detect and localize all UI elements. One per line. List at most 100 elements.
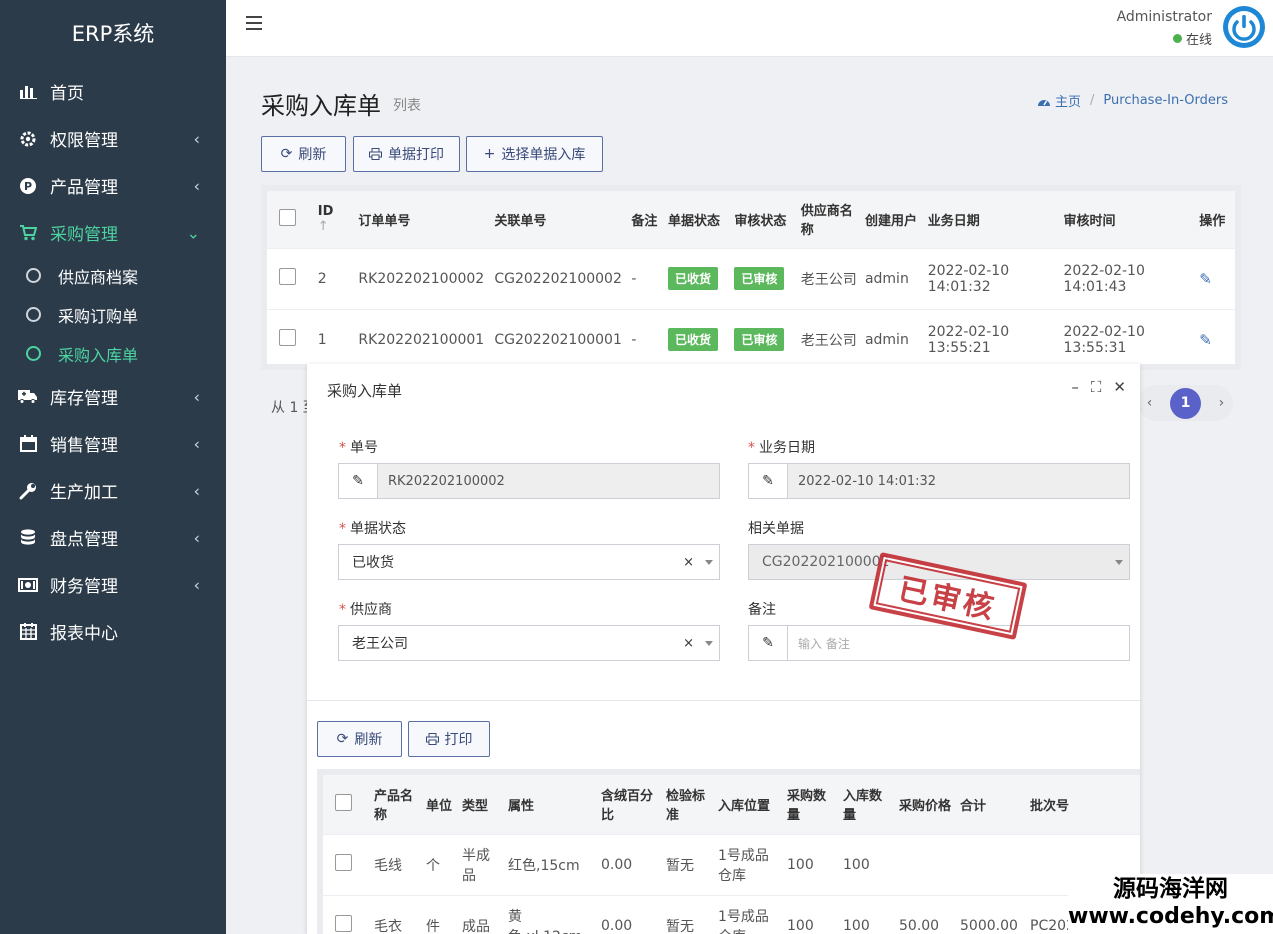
table-header-row: ID ↑ 订单单号 关联单号 备注 单据状态 审核状态 供应商名称 创建用户 业务… bbox=[267, 191, 1235, 248]
breadcrumb-home[interactable]: 主页 bbox=[1037, 91, 1081, 110]
cell-order: RK202202100002 bbox=[354, 247, 491, 309]
items-header-name: 产品名称 bbox=[374, 789, 414, 824]
sidebar-item-purchase[interactable]: 采购管理 ⌄ bbox=[0, 209, 226, 256]
minimize-icon[interactable]: – bbox=[1071, 378, 1079, 396]
circle-icon bbox=[26, 346, 41, 361]
date-field[interactable]: ✎ 2022-02-10 14:01:32 bbox=[748, 463, 1130, 499]
sidebar-item-permissions[interactable]: 权限管理 ‹ bbox=[0, 115, 226, 162]
table-icon bbox=[18, 622, 38, 642]
sidebar-subitem-suppliers[interactable]: 供应商档案 bbox=[0, 256, 226, 295]
items-row-checkbox[interactable] bbox=[335, 854, 352, 871]
select-all-checkbox[interactable] bbox=[279, 208, 296, 226]
p-circle-icon: P bbox=[18, 176, 38, 196]
printer-icon bbox=[369, 148, 382, 160]
next-page-button[interactable]: › bbox=[1219, 395, 1225, 411]
item-inqty: 100 bbox=[839, 833, 895, 895]
sidebar-item-label: 首页 bbox=[50, 84, 84, 104]
page-1-button[interactable]: 1 bbox=[1170, 387, 1201, 419]
edit-icon[interactable]: ✎ bbox=[1199, 270, 1212, 288]
cell-note: - bbox=[627, 308, 665, 370]
power-logo-icon bbox=[1224, 7, 1264, 47]
sidebar-item-production[interactable]: 生产加工 ‹ bbox=[0, 467, 226, 514]
caret-down-icon bbox=[705, 641, 713, 646]
sidebar-item-label: 财务管理 bbox=[50, 577, 118, 597]
sort-arrow-icon[interactable]: ↑ bbox=[318, 219, 329, 234]
header-actions: 操作 bbox=[1199, 213, 1226, 229]
chevron-left-icon: ‹ bbox=[193, 575, 200, 594]
header-order: 订单单号 bbox=[358, 213, 411, 229]
status-select[interactable]: 已收货 × bbox=[338, 544, 720, 580]
sidebar-subitem-label: 采购入库单 bbox=[58, 345, 139, 365]
date-value: 2022-02-10 14:01:32 bbox=[788, 464, 1129, 498]
row-checkbox[interactable] bbox=[279, 329, 296, 347]
truck-icon bbox=[18, 387, 38, 407]
sidebar-subitem-label: 供应商档案 bbox=[58, 267, 139, 287]
note-placeholder: 输入 备注 bbox=[798, 636, 850, 651]
pagination: ‹ 1 › bbox=[1138, 385, 1233, 421]
items-select-all-checkbox[interactable] bbox=[335, 793, 352, 811]
note-label: 备注 bbox=[748, 602, 776, 618]
chevron-left-icon: ‹ bbox=[193, 387, 200, 406]
print-button[interactable]: 单据打印 bbox=[353, 136, 460, 172]
user-name[interactable]: Administrator bbox=[1117, 9, 1212, 25]
header-note: 备注 bbox=[631, 213, 658, 229]
supplier-select[interactable]: 老王公司 × bbox=[338, 625, 720, 661]
circle-icon bbox=[26, 307, 41, 322]
close-icon[interactable]: ✕ bbox=[1113, 378, 1126, 396]
table-row[interactable]: 1 RK202202100001 CG202202100001 - 已收货 已审… bbox=[267, 308, 1235, 370]
table-row[interactable]: 2 RK202202100002 CG202202100002 - 已收货 已审… bbox=[267, 247, 1235, 309]
item-pct: 0.00 bbox=[597, 894, 662, 934]
sidebar-item-finance[interactable]: 财务管理 ‹ bbox=[0, 561, 226, 608]
item-name: 毛衣 bbox=[370, 894, 422, 934]
note-field[interactable]: ✎ 输入 备注 bbox=[748, 625, 1130, 661]
sidebar-subitem-label: 采购订购单 bbox=[58, 306, 139, 326]
pencil-icon: ✎ bbox=[339, 464, 378, 498]
modal-tools: – ⛶ ✕ bbox=[1071, 378, 1126, 396]
items-refresh-button[interactable]: ⟳ 刷新 bbox=[317, 721, 402, 757]
select-in-button[interactable]: + 选择单据入库 bbox=[466, 136, 603, 172]
sidebar-subitem-purchase-orders[interactable]: 采购订购单 bbox=[0, 295, 226, 334]
date-label: * 业务日期 bbox=[748, 440, 815, 456]
sidebar-item-home[interactable]: 首页 bbox=[0, 68, 226, 115]
sidebar-item-products[interactable]: P 产品管理 ‹ bbox=[0, 162, 226, 209]
cart-icon bbox=[18, 223, 38, 243]
cell-audit-time: 2022-02-10 13:55:31 bbox=[1059, 308, 1196, 370]
database-icon bbox=[18, 528, 38, 548]
header-related: 关联单号 bbox=[494, 213, 547, 229]
item-total: 5000.00 bbox=[956, 894, 1026, 934]
sidebar-subitem-purchase-in[interactable]: 采购入库单 bbox=[0, 334, 226, 373]
refresh-button[interactable]: ⟳ 刷新 bbox=[261, 136, 346, 172]
cell-note: - bbox=[627, 247, 665, 309]
sidebar-item-stocktake[interactable]: 盘点管理 ‹ bbox=[0, 514, 226, 561]
clear-icon[interactable]: × bbox=[683, 636, 694, 651]
item-attr: 红色,15cm bbox=[504, 833, 597, 895]
prev-page-button[interactable]: ‹ bbox=[1147, 395, 1153, 411]
maximize-icon[interactable]: ⛶ bbox=[1091, 378, 1102, 396]
gear-icon bbox=[18, 129, 38, 149]
supplier-select-value: 老王公司 bbox=[352, 636, 408, 652]
edit-icon[interactable]: ✎ bbox=[1199, 331, 1212, 349]
sidebar-item-inventory[interactable]: 库存管理 ‹ bbox=[0, 373, 226, 420]
item-loc: 1号成品仓库 bbox=[714, 894, 783, 934]
chevron-left-icon: ‹ bbox=[193, 176, 200, 195]
menu-toggle-icon[interactable] bbox=[246, 16, 262, 34]
caret-down-icon bbox=[705, 560, 713, 565]
orders-table-card: ID ↑ 订单单号 关联单号 备注 单据状态 审核状态 供应商名称 创建用户 业务… bbox=[261, 185, 1241, 370]
items-row[interactable]: 毛衣 件 成品 黄色,xl,12cm 0.00 暂无 1号成品仓库 100 10… bbox=[323, 894, 1140, 934]
chevron-left-icon: ‹ bbox=[193, 129, 200, 148]
items-row[interactable]: 毛线 个 半成品 红色,15cm 0.00 暂无 1号成品仓库 100 100 bbox=[323, 833, 1140, 895]
sidebar-item-sales[interactable]: 销售管理 ‹ bbox=[0, 420, 226, 467]
avatar[interactable] bbox=[1223, 6, 1265, 48]
row-checkbox[interactable] bbox=[279, 268, 296, 285]
item-pct: 0.00 bbox=[597, 833, 662, 895]
clear-icon[interactable]: × bbox=[683, 555, 694, 570]
items-row-checkbox[interactable] bbox=[335, 915, 352, 933]
wrench-icon bbox=[18, 481, 38, 501]
item-std: 暂无 bbox=[662, 833, 714, 895]
number-field[interactable]: ✎ RK202202100002 bbox=[338, 463, 720, 499]
sidebar-item-reports[interactable]: 报表中心 bbox=[0, 608, 226, 655]
items-header-attr: 属性 bbox=[508, 798, 535, 814]
chevron-left-icon: ‹ bbox=[193, 481, 200, 500]
header-id[interactable]: ID bbox=[318, 204, 334, 219]
items-print-button[interactable]: 打印 bbox=[408, 721, 490, 757]
